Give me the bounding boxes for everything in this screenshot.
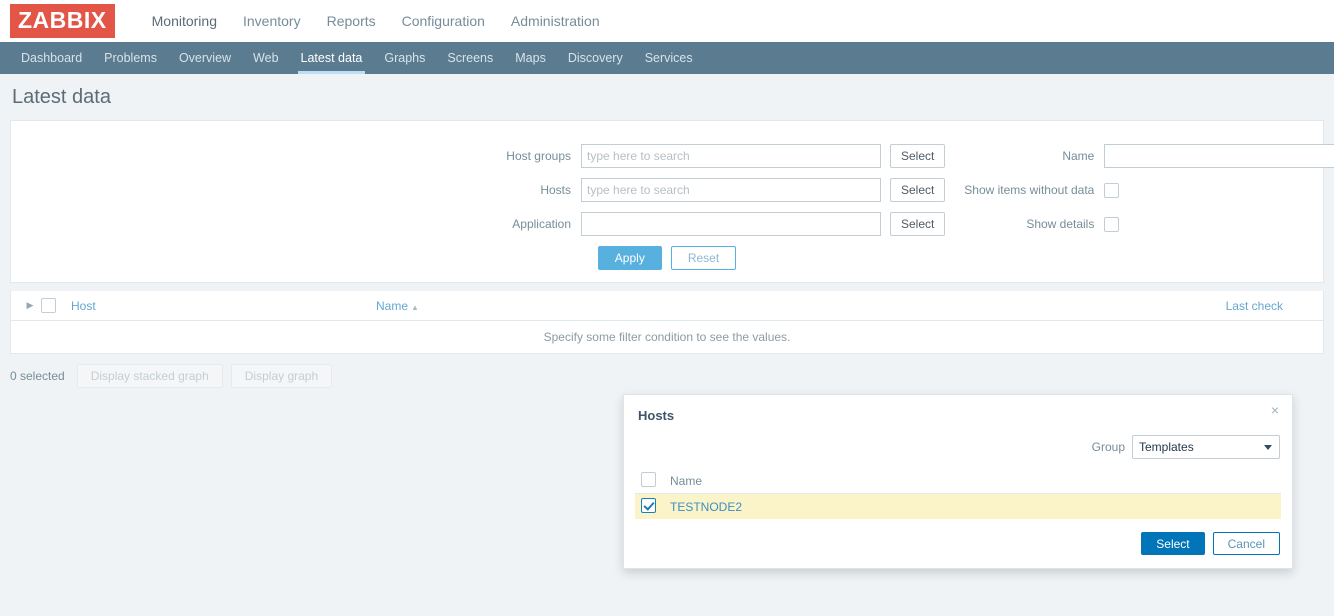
sub-menu-item-dashboard[interactable]: Dashboard xyxy=(10,42,93,74)
dialog-select-all-cell xyxy=(641,472,670,490)
filter-label-show-details: Show details xyxy=(945,217,1104,231)
table-row[interactable]: TESTNODE2 xyxy=(635,494,1281,519)
display-graph-button[interactable]: Display graph xyxy=(231,364,332,388)
filter-column-right: Name Show items without data Show detail… xyxy=(945,139,1334,241)
main-menu: Monitoring Inventory Reports Configurati… xyxy=(139,0,613,42)
expand-all-icon[interactable]: ▶ xyxy=(19,300,41,311)
dialog-row-name[interactable]: TESTNODE2 xyxy=(670,500,742,514)
sort-ascending-icon: ▲ xyxy=(408,303,419,312)
select-all-checkbox-cell xyxy=(41,298,71,313)
dialog-group-filter: Group Templates xyxy=(624,427,1292,469)
host-groups-input[interactable] xyxy=(581,144,881,168)
sub-menu-item-discovery[interactable]: Discovery xyxy=(557,42,634,74)
display-stacked-graph-button[interactable]: Display stacked graph xyxy=(77,364,223,388)
column-header-name-label[interactable]: Name xyxy=(376,299,408,313)
sub-menu-item-latest-data[interactable]: Latest data xyxy=(290,42,374,74)
sub-navigation-bar: Dashboard Problems Overview Web Latest d… xyxy=(0,42,1334,74)
selected-count-label: 0 selected xyxy=(10,369,65,383)
apply-button[interactable]: Apply xyxy=(598,246,662,270)
filter-label-application: Application xyxy=(11,217,581,231)
page-title: Latest data xyxy=(12,86,111,109)
hosts-selection-dialog: Hosts × Group Templates Name TESTNODE2 S… xyxy=(623,394,1293,569)
filter-row-application: Application Select xyxy=(11,207,945,241)
dialog-row-checkbox[interactable] xyxy=(641,498,656,513)
sub-menu-item-overview[interactable]: Overview xyxy=(168,42,242,74)
filter-row-show-items-without-data: Show items without data xyxy=(945,173,1334,207)
filter-column-left: Host groups Select Hosts Select Applicat… xyxy=(11,139,945,241)
sub-menu-item-services[interactable]: Services xyxy=(634,42,704,74)
column-header-last-check: Last check xyxy=(1015,299,1315,313)
page-header: Latest data xyxy=(0,74,1334,120)
host-groups-select-button[interactable]: Select xyxy=(890,144,945,168)
dialog-table-header-row: Name xyxy=(635,469,1281,494)
column-header-name: Name▲ xyxy=(376,299,1015,313)
column-header-host: Host xyxy=(71,299,376,313)
dialog-header: Hosts × xyxy=(624,395,1292,427)
filter-label-hosts: Hosts xyxy=(11,183,581,197)
active-menu-pointer-icon xyxy=(150,32,172,42)
filter-label-show-items-without-data: Show items without data xyxy=(945,183,1104,197)
application-select-button[interactable]: Select xyxy=(890,212,945,236)
sub-menu-item-graphs[interactable]: Graphs xyxy=(373,42,436,74)
dialog-select-all-checkbox[interactable] xyxy=(641,472,656,487)
hosts-input[interactable] xyxy=(581,178,881,202)
results-section: ▶ Host Name▲ Last check Specify some fil… xyxy=(0,291,1334,354)
chevron-down-icon xyxy=(1264,445,1272,450)
show-items-without-data-checkbox[interactable] xyxy=(1104,183,1119,198)
select-all-checkbox[interactable] xyxy=(41,298,56,313)
close-icon[interactable]: × xyxy=(1268,404,1282,418)
dialog-column-header-name: Name xyxy=(670,474,702,488)
filter-actions: Apply Reset xyxy=(11,246,1323,270)
sub-menu-item-screens[interactable]: Screens xyxy=(436,42,504,74)
main-menu-item-administration[interactable]: Administration xyxy=(498,0,613,42)
filter-row-host-groups: Host groups Select xyxy=(11,139,945,173)
table-empty-message: Specify some filter condition to see the… xyxy=(11,321,1323,353)
group-label: Group xyxy=(1092,440,1132,454)
latest-data-table: ▶ Host Name▲ Last check Specify some fil… xyxy=(10,291,1324,354)
filter-panel: Host groups Select Hosts Select Applicat… xyxy=(10,120,1324,283)
main-menu-item-reports[interactable]: Reports xyxy=(314,0,389,42)
table-header-row: ▶ Host Name▲ Last check xyxy=(11,291,1323,321)
table-footer-actions: 0 selected Display stacked graph Display… xyxy=(0,354,1334,388)
filter-label-name: Name xyxy=(945,149,1104,163)
application-input[interactable] xyxy=(581,212,881,236)
zabbix-logo[interactable]: ZABBIX xyxy=(10,4,115,38)
dialog-hosts-table: Name TESTNODE2 xyxy=(624,469,1292,519)
hosts-select-button[interactable]: Select xyxy=(890,178,945,202)
group-select[interactable]: Templates xyxy=(1132,435,1280,459)
group-select-value: Templates xyxy=(1139,440,1194,454)
name-input[interactable] xyxy=(1104,144,1334,168)
filter-section: Host groups Select Hosts Select Applicat… xyxy=(0,120,1334,283)
dialog-footer: Select Cancel xyxy=(624,519,1292,568)
main-menu-item-configuration[interactable]: Configuration xyxy=(389,0,498,42)
column-header-host-label[interactable]: Host xyxy=(71,299,96,313)
filter-fields: Host groups Select Hosts Select Applicat… xyxy=(11,133,1323,241)
filter-row-hosts: Hosts Select xyxy=(11,173,945,207)
dialog-title: Hosts xyxy=(638,408,1278,423)
filter-row-name: Name xyxy=(945,139,1334,173)
top-navigation-bar: ZABBIX Monitoring Inventory Reports Conf… xyxy=(0,0,1334,42)
sub-menu-item-maps[interactable]: Maps xyxy=(504,42,557,74)
dialog-select-button[interactable]: Select xyxy=(1141,532,1204,555)
dialog-cancel-button[interactable]: Cancel xyxy=(1213,532,1280,555)
filter-label-host-groups: Host groups xyxy=(11,149,581,163)
sub-menu-item-web[interactable]: Web xyxy=(242,42,289,74)
column-header-last-check-label[interactable]: Last check xyxy=(1226,299,1283,313)
reset-button[interactable]: Reset xyxy=(671,246,736,270)
filter-row-show-details: Show details xyxy=(945,207,1334,241)
sub-menu-item-problems[interactable]: Problems xyxy=(93,42,168,74)
main-menu-item-inventory[interactable]: Inventory xyxy=(230,0,314,42)
show-details-checkbox[interactable] xyxy=(1104,217,1119,232)
dialog-row-checkbox-cell xyxy=(641,498,670,516)
